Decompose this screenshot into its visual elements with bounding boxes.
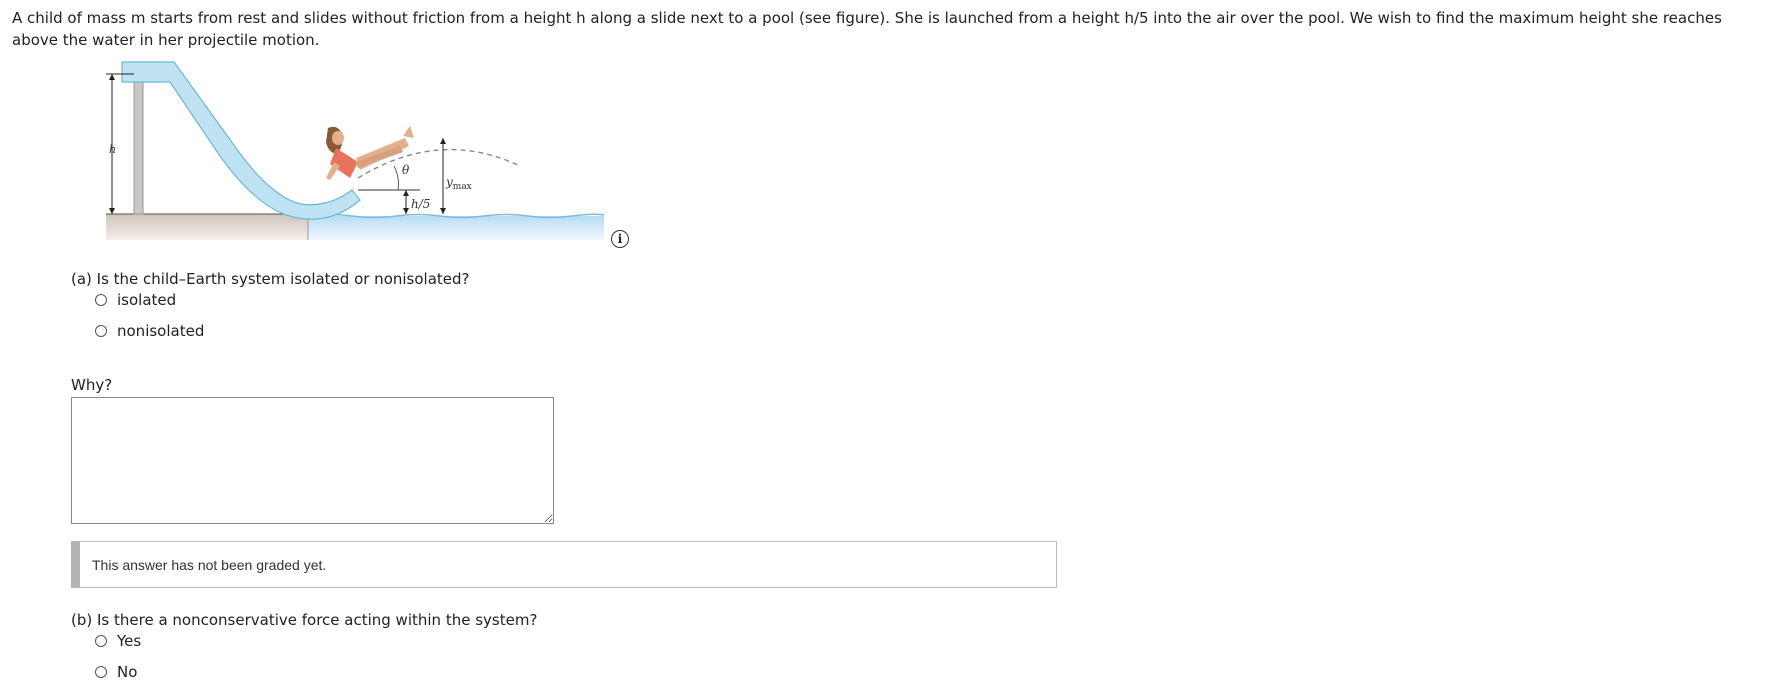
why-textarea[interactable]: [71, 397, 554, 524]
problem-statement: A child of mass m starts from rest and s…: [12, 9, 1722, 49]
slide-figure: h θ h/5 ymax: [106, 61, 605, 240]
option-yes-label: Yes: [117, 632, 142, 650]
option-yes[interactable]: Yes: [95, 632, 141, 650]
option-no[interactable]: No: [95, 663, 137, 681]
option-isolated-label: isolated: [117, 291, 177, 309]
ground: [106, 214, 308, 240]
label-h: h: [109, 143, 116, 156]
label-ymax: ymax: [445, 175, 472, 192]
option-no-label: No: [117, 663, 138, 681]
grading-status-text: This answer has not been graded yet.: [92, 556, 327, 573]
grading-status: This answer has not been graded yet.: [71, 541, 1057, 588]
question-b: (b) Is there a nonconservative force act…: [71, 611, 538, 629]
pool-water: [308, 216, 604, 240]
radio-yes[interactable]: [95, 635, 107, 647]
radio-no[interactable]: [95, 666, 107, 678]
label-h5: h/5: [411, 197, 430, 211]
option-nonisolated-label: nonisolated: [117, 322, 205, 340]
option-isolated[interactable]: isolated: [95, 291, 176, 309]
label-theta: θ: [402, 163, 410, 177]
info-icon[interactable]: i: [611, 230, 629, 248]
slide-support: [133, 79, 144, 215]
radio-nonisolated[interactable]: [95, 325, 107, 337]
option-nonisolated[interactable]: nonisolated: [95, 322, 204, 340]
question-a: (a) Is the child–Earth system isolated o…: [71, 270, 470, 288]
slide: [121, 61, 361, 220]
radio-isolated[interactable]: [95, 294, 107, 306]
why-label: Why?: [71, 376, 113, 394]
